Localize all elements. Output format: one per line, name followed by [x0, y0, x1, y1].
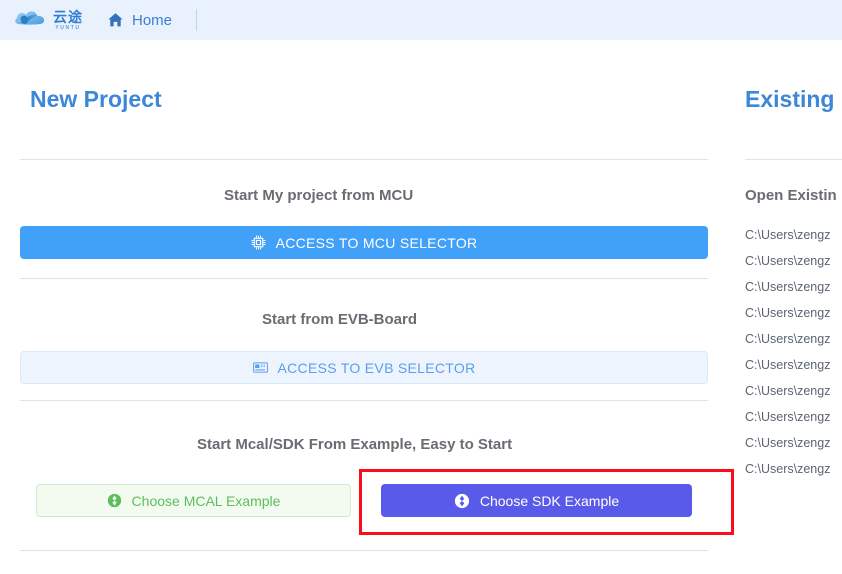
recent-project-path[interactable]: C:\Users\zengz — [745, 228, 830, 242]
choose-sdk-example-label: Choose SDK Example — [479, 492, 620, 509]
section-heading-examples: Start Mcal/SDK From Example, Easy to Sta… — [197, 436, 513, 453]
new-project-panel: New Project Start My project from MCU AC… — [0, 40, 728, 574]
brand-name-cn: 云途 — [53, 8, 83, 25]
existing-project-panel: Existing Open Existin C:\Users\zengz C:\… — [728, 40, 842, 574]
circuit-board-icon — [252, 361, 268, 374]
access-mcu-selector-button[interactable]: ACCESS TO MCU SELECTOR — [20, 226, 708, 259]
section-heading-mcu: Start My project from MCU — [224, 187, 414, 204]
package-cube-icon — [454, 493, 470, 509]
choose-mcal-example-button[interactable]: Choose MCAL Example — [36, 484, 351, 517]
microchip-icon — [251, 235, 266, 250]
recent-project-path[interactable]: C:\Users\zengz — [745, 436, 830, 450]
recent-project-path[interactable]: C:\Users\zengz — [745, 332, 830, 346]
home-icon — [107, 12, 124, 28]
section-divider-mcu — [20, 278, 708, 279]
choose-sdk-example-button[interactable]: Choose SDK Example — [381, 484, 692, 517]
package-cube-icon — [107, 493, 122, 508]
brand-name-en: YUNTU — [55, 24, 81, 31]
access-evb-selector-label: ACCESS TO EVB SELECTOR — [277, 359, 476, 376]
toolbar-divider — [196, 9, 198, 31]
choose-mcal-example-label: Choose MCAL Example — [131, 492, 281, 509]
recent-project-path[interactable]: C:\Users\zengz — [745, 254, 830, 268]
access-evb-selector-button[interactable]: ACCESS TO EVB SELECTOR — [20, 351, 708, 384]
section-divider-bottom — [20, 550, 708, 551]
existing-project-title: Existing — [745, 86, 835, 112]
section-heading-evb: Start from EVB-Board — [262, 311, 418, 328]
section-divider-evb — [20, 400, 708, 401]
recent-project-path[interactable]: C:\Users\zengz — [745, 358, 830, 372]
nav-item-home[interactable]: Home — [101, 10, 178, 31]
recent-project-path[interactable]: C:\Users\zengz — [745, 280, 830, 294]
top-navigation-bar: 云途 YUNTU Home — [0, 0, 842, 40]
app-logo[interactable]: 云途 YUNTU — [14, 7, 83, 33]
recent-project-path[interactable]: C:\Users\zengz — [745, 462, 830, 476]
cloud-logo-icon — [14, 7, 48, 33]
nav-home-label: Home — [132, 11, 173, 29]
brand-wordmark: 云途 YUNTU — [53, 10, 83, 31]
recent-project-path[interactable]: C:\Users\zengz — [745, 410, 830, 424]
recent-project-path[interactable]: C:\Users\zengz — [745, 384, 830, 398]
recent-project-path[interactable]: C:\Users\zengz — [745, 306, 830, 320]
new-project-title: New Project — [30, 86, 162, 112]
section-divider-top — [20, 159, 708, 160]
existing-divider-top — [745, 159, 842, 160]
section-heading-open-existing: Open Existin — [745, 187, 837, 204]
access-mcu-selector-label: ACCESS TO MCU SELECTOR — [275, 234, 478, 251]
